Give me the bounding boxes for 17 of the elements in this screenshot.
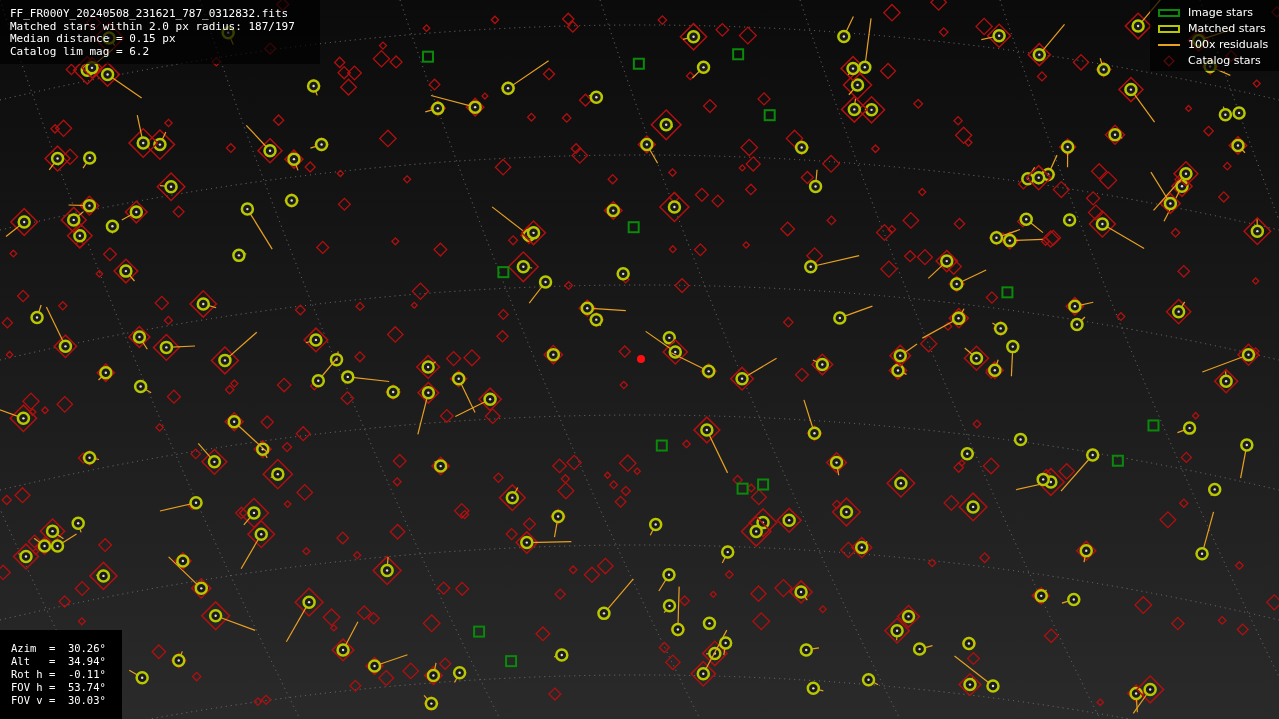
legend-label: Image stars bbox=[1188, 6, 1253, 19]
image-star-marker-icon bbox=[1158, 8, 1180, 17]
pointing-text: FOV h = 53.74° bbox=[11, 681, 107, 694]
info-text: FF_FR000Y_20240508_231621_787_0312832.fits bbox=[10, 8, 290, 21]
info-text: Matched stars within 2.0 px radius: 187/197 bbox=[10, 20, 296, 33]
legend-label: 100x residuals bbox=[1188, 38, 1269, 51]
info-text: Catalog lim mag = 6.2 bbox=[10, 45, 151, 58]
residual-line-icon bbox=[1158, 43, 1180, 46]
pointing-text: FOV v = 30.03° bbox=[11, 694, 107, 707]
legend-label: Catalog stars bbox=[1188, 54, 1261, 67]
diamond-icon bbox=[1163, 54, 1175, 67]
pointing-text: Alt = 34.94° bbox=[11, 655, 107, 668]
legend-label: Matched stars bbox=[1188, 22, 1266, 35]
pointing-text: Azim = 30.26° bbox=[11, 642, 107, 655]
matched-star-marker-icon bbox=[1158, 24, 1180, 33]
info-text: Median distance = 0.15 px bbox=[10, 33, 177, 46]
pointing-text: Rot h = -0.11° bbox=[11, 668, 107, 681]
